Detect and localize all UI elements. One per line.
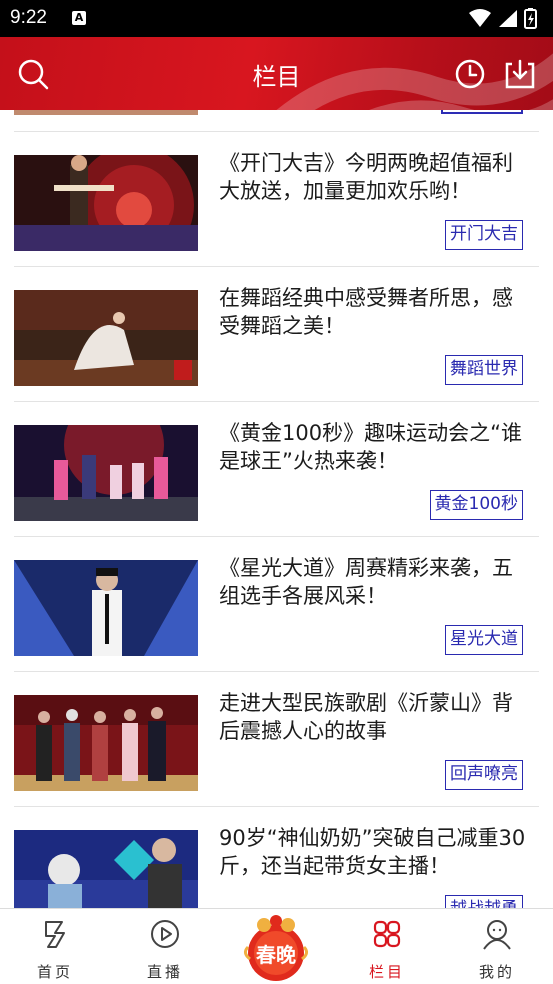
list-item[interactable]: 在舞蹈经典中感受舞者所思，感受舞蹈之美！ 舞蹈世界 [14, 267, 539, 402]
columns-icon [373, 920, 401, 948]
thumbnail [14, 425, 198, 521]
list-item[interactable]: 走进大型民族歌剧《沂蒙山》背后震撼人心的故事 回声嘹亮 [14, 672, 539, 807]
tab-label: 我的 [478, 963, 515, 981]
item-title: 90岁“神仙奶奶”突破自己减重30斤，还当起带货女主播！ [219, 826, 526, 878]
thumbnail [14, 830, 198, 908]
column-tag[interactable]: 黄金100秒 [429, 490, 523, 520]
column-tag[interactable]: 回声嘹亮 [445, 760, 523, 790]
list-item[interactable]: 《开门大吉》今明两晚超值福利大放送，加量更加欢乐哟！ 开门大吉 [14, 132, 539, 267]
item-title: 在舞蹈经典中感受舞者所思，感受舞蹈之美！ [219, 286, 513, 338]
profile-icon [483, 920, 511, 950]
bottom-tab-bar: 首页 直播 春晚 栏目 我的 [0, 908, 553, 984]
thumbnail [14, 155, 198, 251]
tab-label: 栏目 [368, 963, 405, 981]
item-title: 《黄金100秒》趣味运动会之“谁是球王”火热来袭！ [219, 421, 522, 473]
tab-live[interactable]: 直播 [110, 909, 220, 984]
list-item[interactable]: 《星光大道》周赛精彩来袭，五组选手各展风采！ 星光大道 [14, 537, 539, 672]
tab-home[interactable]: 首页 [0, 909, 110, 984]
app-header: 栏目 [0, 37, 553, 110]
wifi-icon [469, 9, 491, 27]
spring-festival-gala-icon[interactable]: 春晚 [234, 913, 318, 983]
status-time: 9:22 [10, 7, 47, 28]
column-tag[interactable]: 舞蹈世界 [445, 355, 523, 385]
home-icon [45, 921, 65, 948]
tab-columns[interactable]: 栏目 [332, 909, 442, 984]
column-tag[interactable] [441, 110, 523, 114]
tab-me[interactable]: 我的 [442, 909, 552, 984]
center-tab-label: 春晚 [255, 943, 296, 967]
thumbnail [14, 560, 198, 656]
status-icons [469, 8, 537, 29]
item-title: 《开门大吉》今明两晚超值福利大放送，加量更加欢乐哟！ [219, 151, 513, 203]
tab-label: 首页 [36, 963, 73, 981]
list-item[interactable]: 《黄金100秒》趣味运动会之“谁是球王”火热来袭！ 黄金100秒 [14, 402, 539, 537]
tab-label: 直播 [146, 963, 183, 981]
list-item-partial[interactable] [14, 110, 539, 132]
item-title: 《星光大道》周赛精彩来袭，五组选手各展风采！ [219, 556, 513, 608]
list-item[interactable]: 90岁“神仙奶奶”突破自己减重30斤，还当起带货女主播！ 越战越勇 [14, 807, 539, 908]
thumbnail [14, 695, 198, 791]
column-tag[interactable]: 开门大吉 [445, 220, 523, 250]
column-tag[interactable]: 星光大道 [445, 625, 523, 655]
thumbnail [14, 110, 198, 115]
history-icon[interactable] [453, 57, 487, 91]
column-tag[interactable]: 越战越勇 [445, 895, 523, 908]
item-title: 走进大型民族歌剧《沂蒙山》背后震撼人心的故事 [219, 691, 513, 743]
status-bar: 9:22 A [0, 0, 553, 37]
download-icon[interactable] [503, 57, 537, 91]
thumbnail [14, 290, 198, 386]
notification-icon: A [72, 11, 86, 25]
signal-icon [499, 10, 517, 27]
column-news-list[interactable]: 《开门大吉》今明两晚超值福利大放送，加量更加欢乐哟！ 开门大吉 在舞蹈经典中感受… [0, 110, 553, 908]
live-play-icon [151, 920, 179, 948]
